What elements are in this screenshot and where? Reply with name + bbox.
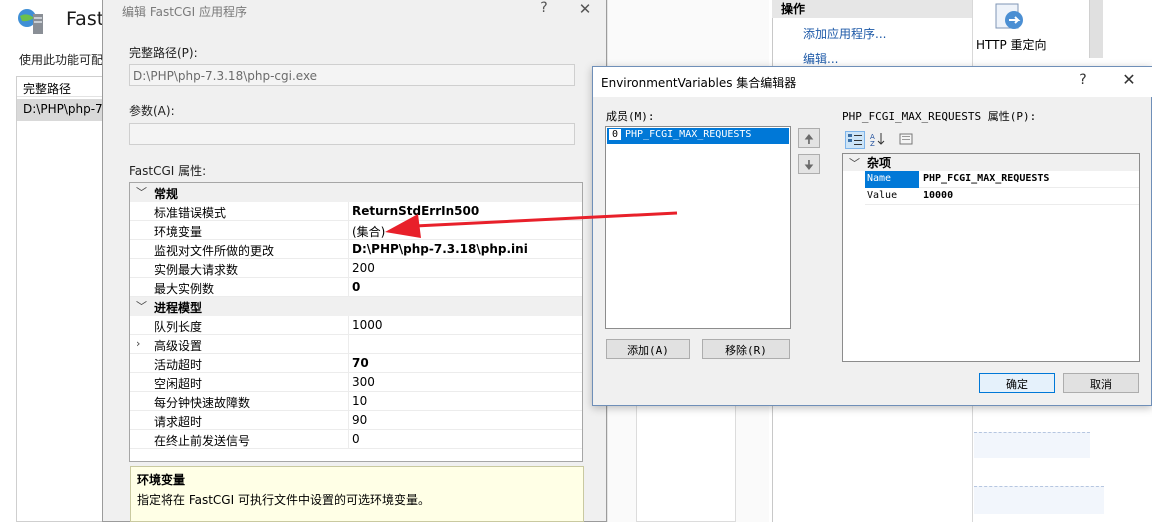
prop-label: 实例最大请求数 <box>154 263 239 277</box>
prop-row-rapid-fails[interactable]: 每分钟快速故障数 10 <box>130 392 582 411</box>
prop-label: 队列长度 <box>154 320 203 334</box>
chevron-down-icon[interactable]: ﹀ <box>849 155 860 171</box>
fastcgi-props-label: FastCGI 属性: <box>129 164 207 178</box>
alphabetical-sort-icon[interactable]: AZ <box>868 131 888 149</box>
globe-server-icon <box>18 9 43 34</box>
prop-row-activity-timeout[interactable]: 活动超时 70 <box>130 354 582 373</box>
prop-value[interactable]: PHP_FCGI_MAX_REQUESTS <box>923 173 1049 184</box>
prop-label: 每分钟快速故障数 <box>154 396 251 410</box>
full-path-field[interactable]: D:\PHP\php-7.3.18\php-cgi.exe <box>129 64 575 86</box>
category-label: 常规 <box>154 187 179 201</box>
features-panel-strip <box>974 486 1104 514</box>
table-row[interactable]: D:\PHP\php-7 <box>17 99 105 121</box>
prop-value[interactable]: (集合) <box>352 223 385 240</box>
prop-row-idle-timeout[interactable]: 空闲超时 300 <box>130 373 582 392</box>
editor-title: EnvironmentVariables 集合编辑器 <box>601 76 797 90</box>
prop-label: 环境变量 <box>154 225 203 239</box>
members-label: 成员(M): <box>606 110 655 123</box>
move-up-button[interactable]: 🠉 <box>798 128 820 148</box>
help-title: 环境变量 <box>137 473 186 487</box>
chevron-down-icon[interactable]: ﹀ <box>136 298 147 314</box>
category-label: 进程模型 <box>154 301 203 315</box>
categorized-view-icon[interactable] <box>845 131 865 149</box>
prop-row-queue-length[interactable]: 队列长度 1000 <box>130 316 582 335</box>
prop-row-value[interactable]: Value 10000 <box>865 188 1139 205</box>
iis-page-title: Fast <box>66 8 105 30</box>
member-name: PHP_FCGI_MAX_REQUESTS <box>625 129 752 140</box>
prop-row-max-instances[interactable]: 最大实例数 0 <box>130 278 582 297</box>
category-process-model[interactable]: ﹀ 进程模型 <box>130 297 582 316</box>
prop-row-instance-max-requests[interactable]: 实例最大请求数 200 <box>130 259 582 278</box>
close-button[interactable]: ✕ <box>1118 70 1140 89</box>
prop-key: Value <box>867 190 898 201</box>
prop-value[interactable]: 200 <box>352 261 375 275</box>
move-down-button[interactable]: 🠋 <box>798 154 820 174</box>
prop-row-request-timeout[interactable]: 请求超时 90 <box>130 411 582 430</box>
help-button[interactable]: ? <box>534 0 554 22</box>
scrollbar[interactable] <box>1089 0 1103 58</box>
prop-value[interactable]: D:\PHP\php-7.3.18\php.ini <box>352 242 528 256</box>
iis-page-description: 使用此功能可配 <box>19 53 104 67</box>
prop-label: 空闲超时 <box>154 377 203 391</box>
close-button[interactable]: ✕ <box>574 0 596 22</box>
prop-row-signal-before-terminate[interactable]: 在终止前发送信号 0 <box>130 430 582 449</box>
member-props-label: PHP_FCGI_MAX_REQUESTS 属性(P): <box>842 110 1037 123</box>
prop-row-stderr-mode[interactable]: 标准错误模式 ReturnStdErrIn500 <box>130 202 582 221</box>
action-edit[interactable]: 编辑... <box>803 50 838 67</box>
prop-key: Name <box>865 171 919 188</box>
category-misc[interactable]: ﹀ 杂项 <box>843 154 1139 171</box>
cancel-button[interactable]: 取消 <box>1063 373 1139 393</box>
prop-row-monitor-changes[interactable]: 监视对文件所做的更改 D:\PHP\php-7.3.18\php.ini <box>130 240 582 259</box>
dialog-title: 编辑 FastCGI 应用程序 <box>122 5 247 19</box>
full-path-label: 完整路径(P): <box>129 46 198 60</box>
prop-label: 活动超时 <box>154 358 203 372</box>
prop-label: 监视对文件所做的更改 <box>154 244 275 258</box>
category-general[interactable]: ﹀ 常规 <box>130 183 582 202</box>
prop-value[interactable]: 0 <box>352 432 360 446</box>
args-field[interactable] <box>129 123 575 145</box>
prop-label: 标准错误模式 <box>154 206 227 220</box>
ok-button[interactable]: 确定 <box>979 373 1055 393</box>
prop-label: 最大实例数 <box>154 282 215 296</box>
features-panel-strip <box>974 432 1090 458</box>
action-add-application[interactable]: 添加应用程序... <box>803 25 886 42</box>
prop-row-name[interactable]: Name PHP_FCGI_MAX_REQUESTS <box>865 171 1139 188</box>
fastcgi-list <box>16 76 106 522</box>
member-index: 0 <box>609 129 621 140</box>
category-label: 杂项 <box>867 156 892 170</box>
prop-value[interactable]: 70 <box>352 356 369 370</box>
list-item[interactable]: 0 PHP_FCGI_MAX_REQUESTS <box>607 128 789 144</box>
chevron-down-icon[interactable]: ﹀ <box>136 184 147 200</box>
prop-label: 在终止前发送信号 <box>154 434 251 448</box>
prop-value[interactable]: ReturnStdErrIn500 <box>352 204 479 218</box>
arrow-up-icon: 🠉 <box>804 132 814 146</box>
prop-value[interactable]: 0 <box>352 280 360 294</box>
prop-value[interactable]: 10000 <box>923 190 953 201</box>
args-label: 参数(A): <box>129 104 175 118</box>
add-button[interactable]: 添加(A) <box>606 339 690 359</box>
chevron-right-icon[interactable]: › <box>136 337 140 350</box>
property-pages-icon[interactable] <box>896 131 916 149</box>
prop-row-environment-variables[interactable]: 环境变量 (集合) <box>130 221 582 240</box>
prop-label: 高级设置 <box>154 339 203 353</box>
http-redirect-label[interactable]: HTTP 重定向 <box>976 36 1047 53</box>
arrow-down-icon: 🠋 <box>804 158 814 172</box>
prop-value[interactable]: 300 <box>352 375 375 389</box>
members-list[interactable] <box>605 126 791 329</box>
property-help-box: 环境变量 指定将在 FastCGI 可执行文件中设置的可选环境变量。 <box>130 466 584 522</box>
prop-value[interactable]: 90 <box>352 413 367 427</box>
prop-row-advanced-settings[interactable]: › 高级设置 <box>130 335 582 354</box>
svg-text:Z: Z <box>870 140 875 146</box>
column-header-full-path[interactable]: 完整路径 <box>17 77 105 97</box>
prop-value[interactable]: 1000 <box>352 318 383 332</box>
prop-label: 请求超时 <box>154 415 203 429</box>
actions-title: 操作 <box>772 0 972 18</box>
remove-button[interactable]: 移除(R) <box>702 339 790 359</box>
http-redirect-icon[interactable] <box>994 2 1026 32</box>
help-button[interactable]: ? <box>1073 72 1093 88</box>
help-text: 指定将在 FastCGI 可执行文件中设置的可选环境变量。 <box>137 493 430 507</box>
prop-value[interactable]: 10 <box>352 394 367 408</box>
